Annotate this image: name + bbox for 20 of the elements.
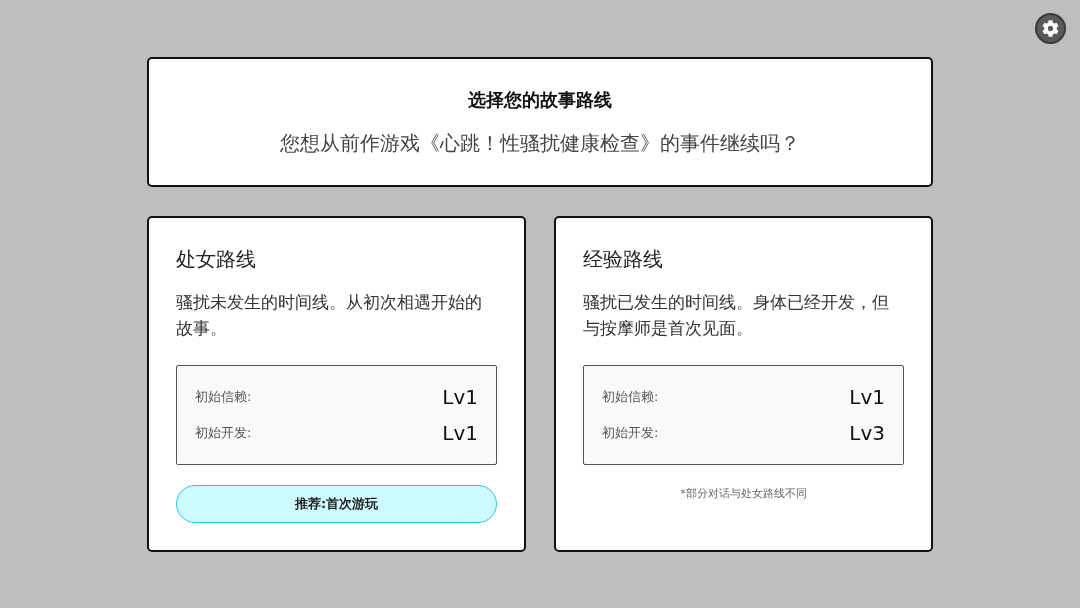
route-title: 经验路线 xyxy=(583,246,663,272)
stat-label: 初始开发: xyxy=(195,424,252,442)
stat-label: 初始开发: xyxy=(602,424,659,442)
question-text: 您想从前作游戏《心跳！性骚扰健康检查》的事件继续吗？ xyxy=(280,130,800,157)
route-description: 骚扰未发生的时间线。从初次相遇开始的故事。 xyxy=(176,291,483,340)
settings-button[interactable] xyxy=(1035,13,1066,44)
stat-label: 初始信赖: xyxy=(195,388,252,406)
stat-label: 初始信赖: xyxy=(602,388,659,406)
recommend-button[interactable]: 推荐:首次游玩 xyxy=(176,485,497,523)
route-card[interactable]: 经验路线 骚扰已发生的时间线。身体已经开发，但与按摩师是首次见面。 初始信赖: Lv1 初始开发: Lv3 *部分对话与处女路线不同 xyxy=(554,216,933,552)
route-card[interactable]: 处女路线 骚扰未发生的时间线。从初次相遇开始的故事。 初始信赖: Lv1 初始开发: Lv1 推荐:首次游玩 xyxy=(147,216,526,552)
route-description: 骚扰已发生的时间线。身体已经开发，但与按摩师是首次见面。 xyxy=(583,291,890,340)
settings-icon xyxy=(1042,20,1059,37)
stat-value: Lv1 xyxy=(442,420,478,446)
page-title: 选择您的故事路线 xyxy=(468,88,612,112)
route-title: 处女路线 xyxy=(176,246,256,272)
route-note: *部分对话与处女路线不同 xyxy=(680,487,807,501)
stat-value: Lv1 xyxy=(442,384,478,410)
stat-value: Lv1 xyxy=(849,384,885,410)
stat-value: Lv3 xyxy=(849,420,885,446)
